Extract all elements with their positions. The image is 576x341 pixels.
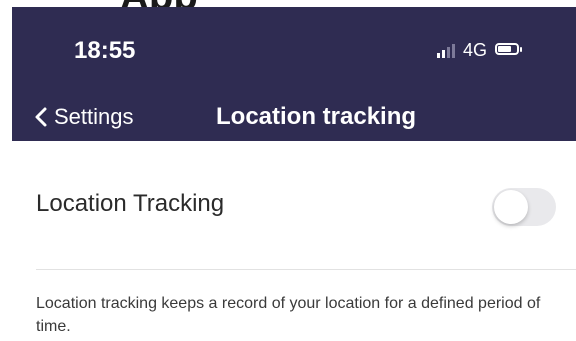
chevron-left-icon [35, 107, 47, 127]
status-indicators: 4G [437, 38, 525, 62]
back-button[interactable]: Settings [34, 99, 134, 135]
signal-icon [437, 42, 455, 58]
header: 18:55 4G Settings Location tracking [12, 7, 576, 141]
battery-icon [495, 43, 525, 57]
location-tracking-description: Location tracking keeps a record of your… [36, 295, 541, 335]
back-label: Settings [54, 104, 134, 129]
page-title: Location tracking [216, 103, 417, 130]
divider [36, 269, 576, 270]
location-tracking-row: Location Tracking [0, 156, 576, 268]
status-time: 18:55 [74, 37, 136, 64]
location-tracking-label: Location Tracking [36, 190, 225, 217]
network-type: 4G [463, 39, 488, 60]
location-tracking-toggle[interactable] [492, 188, 556, 226]
toggle-knob [494, 190, 528, 224]
